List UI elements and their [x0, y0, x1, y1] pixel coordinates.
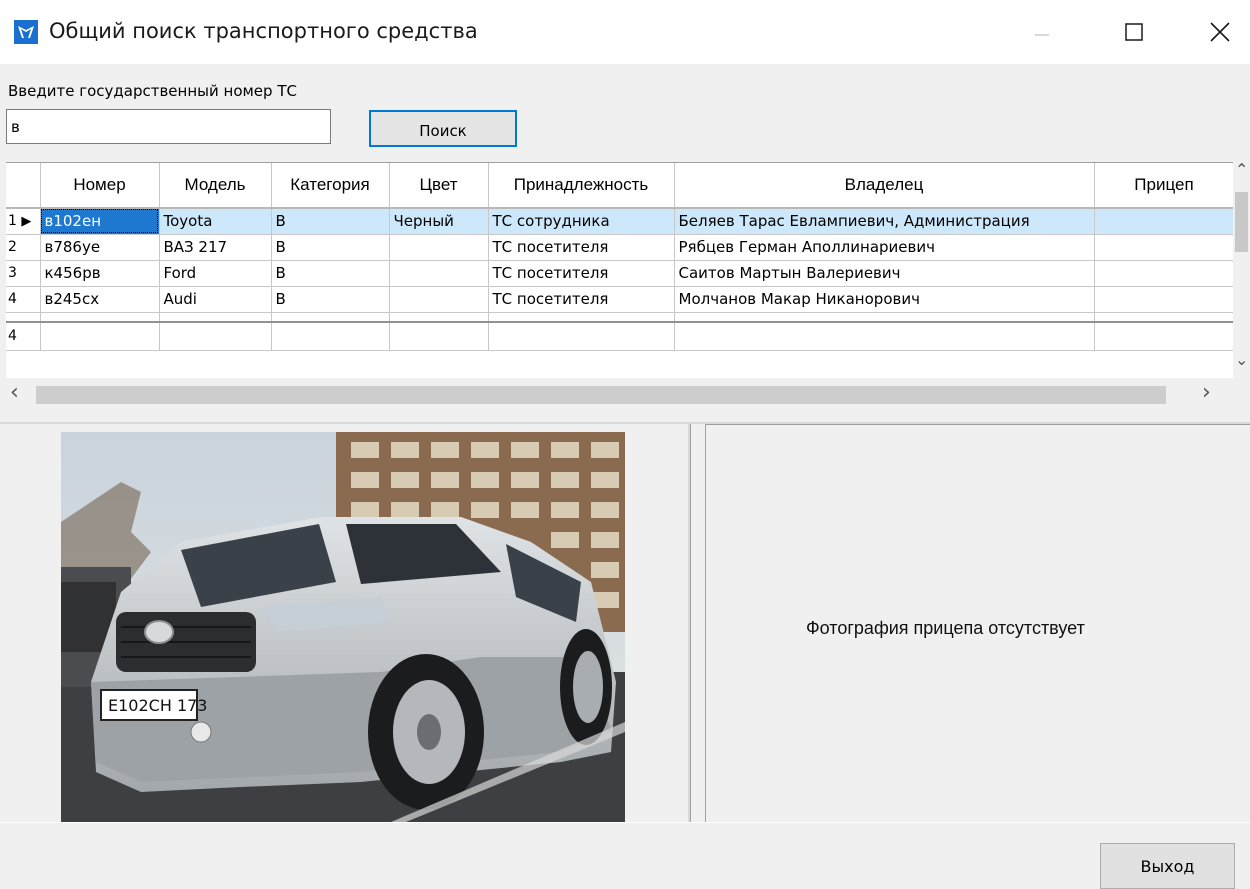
panel-splitter[interactable] — [690, 424, 706, 822]
table-row[interactable]: 1 ▶ в102ен Toyota B Черный ТС сотрудника… — [6, 208, 1235, 235]
table-cell[interactable] — [1094, 260, 1235, 287]
vertical-scrollbar[interactable]: ⌃ ⌄ — [1233, 160, 1250, 378]
table-spacer-row — [6, 312, 1235, 323]
license-plate-text: Е102СН 173 — [108, 696, 207, 715]
table-cell[interactable] — [389, 260, 489, 287]
current-row-arrow-icon: ▶ — [21, 214, 32, 230]
app-logo-icon — [14, 20, 38, 44]
table-cell[interactable] — [1094, 286, 1235, 313]
table-cell[interactable] — [1094, 234, 1235, 261]
column-header[interactable]: Прицеп — [1094, 163, 1235, 209]
table-cell[interactable] — [1094, 208, 1235, 235]
maximize-icon[interactable] — [1104, 0, 1164, 64]
column-header[interactable]: Номер — [40, 163, 160, 209]
table-cell[interactable]: B — [271, 286, 390, 313]
table-row[interactable]: 2 в786уе ВАЗ 217 B ТС посетителя Рябцев … — [6, 234, 1235, 261]
table-cell[interactable] — [389, 234, 489, 261]
exit-button[interactable]: Выход — [1100, 843, 1235, 889]
table-cell[interactable]: к456рв — [40, 260, 160, 287]
column-header[interactable]: Модель — [159, 163, 272, 209]
vehicle-photo-panel: Е102СН 173 — [6, 424, 690, 822]
table-cell[interactable]: Молчанов Макар Никанорович — [674, 286, 1095, 313]
table-cell[interactable]: Беляев Тарас Евлампиевич, Администрация — [674, 208, 1095, 235]
table-cell[interactable]: в245сх — [40, 286, 160, 313]
table-cell[interactable]: Toyota — [159, 208, 272, 235]
scroll-right-icon[interactable]: › — [1202, 380, 1211, 405]
table-cell[interactable]: Черный — [389, 208, 489, 235]
row-number: 4 — [6, 286, 41, 313]
table-footer-row: 4 — [6, 322, 1235, 351]
footer-divider — [0, 822, 1250, 823]
record-count: 4 — [6, 322, 41, 351]
minimize-icon[interactable] — [1012, 0, 1072, 64]
table-row[interactable]: 3 к456рв Ford B ТС посетителя Саитов Мар… — [6, 260, 1235, 287]
plate-number-input[interactable] — [6, 109, 331, 144]
table-cell[interactable]: ТС посетителя — [488, 234, 675, 261]
vehicle-photo: Е102СН 173 — [61, 432, 625, 822]
table-cell[interactable]: ТС посетителя — [488, 286, 675, 313]
table-cell[interactable]: B — [271, 208, 390, 235]
row-header-corner — [6, 163, 41, 209]
table-cell[interactable]: в102ен — [40, 208, 160, 235]
table-cell[interactable]: Ford — [159, 260, 272, 287]
table-cell[interactable]: Саитов Мартын Валериевич — [674, 260, 1095, 287]
table-cell[interactable] — [389, 286, 489, 313]
table-cell[interactable]: Рябцев Герман Аполлинариевич — [674, 234, 1095, 261]
table-cell[interactable]: B — [271, 260, 390, 287]
column-header[interactable]: Владелец — [674, 163, 1095, 209]
column-header[interactable]: Категория — [271, 163, 390, 209]
vehicle-table: Номер Модель Категория Цвет Принадлежнос… — [6, 162, 1250, 378]
table-cell[interactable]: ВАЗ 217 — [159, 234, 272, 261]
scroll-left-icon[interactable]: ‹ — [10, 380, 19, 405]
vertical-scroll-thumb[interactable] — [1235, 192, 1248, 252]
plate-number-label: Введите государственный номер ТС — [8, 82, 297, 100]
column-header[interactable]: Цвет — [389, 163, 489, 209]
row-number: 1 ▶ — [6, 208, 41, 235]
scroll-up-icon[interactable]: ⌃ — [1235, 160, 1248, 179]
search-button[interactable]: Поиск — [369, 110, 517, 147]
close-icon[interactable] — [1190, 0, 1250, 64]
window-title: Общий поиск транспортного средства — [49, 19, 478, 43]
table-row[interactable]: 4 в245сх Audi B ТС посетителя Молчанов М… — [6, 286, 1235, 313]
column-header[interactable]: Принадлежность — [488, 163, 675, 209]
horizontal-scroll-thumb[interactable] — [36, 386, 1166, 404]
table-cell[interactable]: в786уе — [40, 234, 160, 261]
table-cell[interactable]: Audi — [159, 286, 272, 313]
trailer-photo-panel: Фотография прицепа отсутствует — [706, 424, 1250, 822]
no-trailer-photo-message: Фотография прицепа отсутствует — [806, 618, 1085, 638]
horizontal-scrollbar[interactable]: ‹ › — [6, 378, 1233, 412]
title-bar: Общий поиск транспортного средства — [0, 0, 1250, 64]
table-cell[interactable]: ТС сотрудника — [488, 208, 675, 235]
table-cell[interactable]: B — [271, 234, 390, 261]
row-number: 3 — [6, 260, 41, 287]
table-cell[interactable]: ТС посетителя — [488, 260, 675, 287]
row-number: 2 — [6, 234, 41, 261]
scroll-down-icon[interactable]: ⌄ — [1235, 350, 1248, 369]
